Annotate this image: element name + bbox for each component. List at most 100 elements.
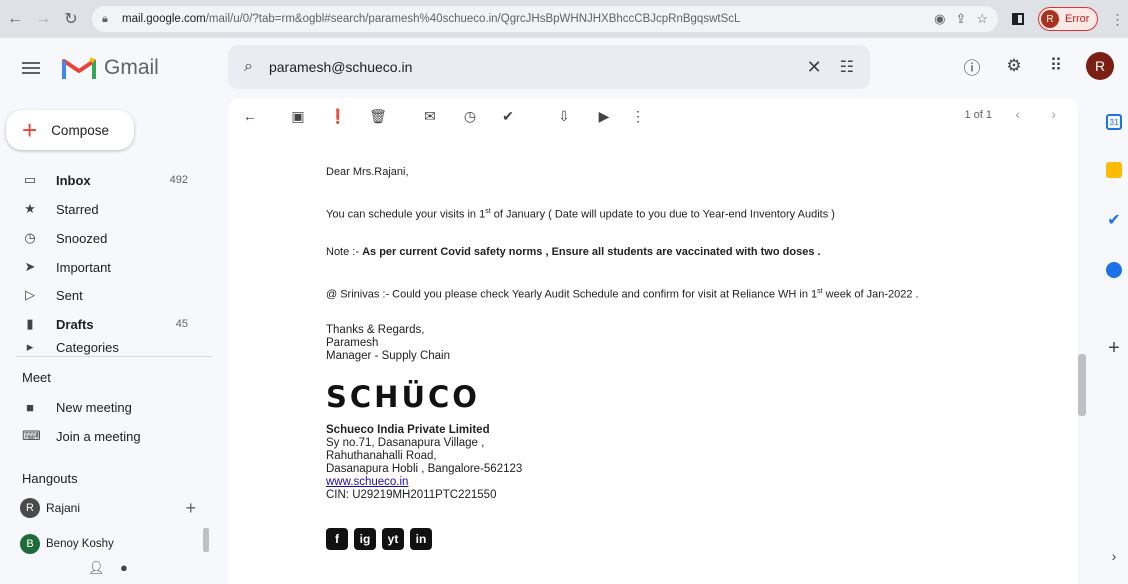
contacts-icon[interactable]: 👤︎: [88, 560, 105, 576]
keep-icon[interactable]: [1106, 162, 1122, 178]
reload-icon[interactable]: ↻: [58, 6, 84, 32]
share-icon[interactable]: ⇪: [955, 11, 966, 27]
nav-item-label: Categories: [56, 339, 119, 355]
compose-label: Compose: [51, 122, 109, 138]
nav-item-drafts[interactable]: ▮ Drafts 45: [0, 310, 200, 338]
url-path: /mail/u/0/?tab=rm&ogbl#search/paramesh%4…: [205, 13, 741, 25]
nav-item-label: Starred: [56, 201, 99, 217]
greeting: Dear Mrs.Rajani,: [326, 166, 409, 178]
label-tag-icon[interactable]: ▶: [594, 106, 614, 126]
facebook-icon[interactable]: f: [326, 528, 348, 550]
nav-item-label: Snoozed: [56, 230, 108, 246]
schueco-logo: SCHÜCO: [326, 380, 480, 414]
mark-unread-icon[interactable]: ✉: [420, 106, 440, 126]
hangouts-scrollbar[interactable]: [203, 528, 209, 552]
email-view: ← ▣ ❗ 🗑︎ ✉ ◷ ✔ ⇩ ▶ ⋮ 1 of 1 ‹ › Dear Mrs…: [228, 98, 1078, 584]
hangouts-section-title: Hangouts: [22, 471, 78, 486]
nav-item-label: Sent: [56, 287, 83, 303]
nav-item-label: Important: [56, 259, 111, 275]
side-panel-icon[interactable]: [1012, 13, 1024, 25]
report-spam-icon[interactable]: ❗: [328, 106, 348, 126]
expand-panel-icon[interactable]: ›: [1106, 548, 1122, 564]
sign-off: Thanks & Regards,: [326, 324, 425, 336]
nav-item-inbox[interactable]: ▭ Inbox 492: [0, 166, 200, 194]
add-task-icon[interactable]: ✔: [498, 106, 518, 126]
new-meeting-item[interactable]: ■ New meeting: [0, 393, 200, 421]
more-options-icon[interactable]: ⋮: [628, 106, 648, 126]
browser-menu-icon[interactable]: ⋮: [1110, 11, 1124, 28]
compose-plus-icon: +: [22, 115, 38, 145]
apps-grid-icon[interactable]: ⠿: [1044, 54, 1068, 78]
address-line: Rahuthanahalli Road,: [326, 450, 437, 462]
newer-chevron-icon[interactable]: ‹: [1015, 106, 1020, 122]
hangouts-chat-icon[interactable]: ●: [120, 560, 128, 575]
settings-gear-icon[interactable]: ⚙: [1002, 54, 1026, 78]
add-hangout-icon[interactable]: +: [185, 498, 196, 519]
clock-icon: ◷: [24, 230, 36, 245]
join-meeting-item[interactable]: ⌨ Join a meeting: [0, 422, 200, 450]
nav-item-count: 45: [175, 318, 188, 330]
nav-item-label: Inbox: [56, 172, 91, 188]
linkedin-icon[interactable]: in: [410, 528, 432, 550]
back-to-list-icon[interactable]: ←: [240, 106, 260, 126]
help-icon[interactable]: ⓘ: [960, 54, 984, 78]
nav-item-sent[interactable]: ▷ Sent: [0, 281, 200, 309]
email-toolbar: ← ▣ ❗ 🗑︎ ✉ ◷ ✔ ⇩ ▶ ⋮ 1 of 1 ‹ ›: [228, 98, 1078, 134]
schedule-line: You can schedule your visits in 1st of J…: [326, 208, 835, 221]
hangout-contact[interactable]: B Benoy Koshy: [0, 530, 200, 558]
clear-search-icon[interactable]: ✕: [807, 57, 822, 78]
hangout-user[interactable]: R Rajani +: [0, 494, 200, 522]
note-text: As per current Covid safety norms , Ensu…: [362, 246, 821, 258]
social-links: f ig yt in: [326, 528, 432, 550]
snooze-icon[interactable]: ◷: [460, 106, 480, 126]
email-scrollbar[interactable]: [1078, 354, 1086, 416]
address-line: Dasanapura Hobli , Bangalore-562123: [326, 463, 523, 475]
search-icon[interactable]: ⌕: [244, 58, 253, 76]
bookmark-star-icon[interactable]: ☆: [976, 11, 988, 27]
send-icon: ▷: [25, 287, 35, 302]
website-link[interactable]: www.schueco.in: [326, 476, 522, 489]
sender-title: Manager - Supply Chain: [326, 350, 451, 362]
archive-icon[interactable]: ▣: [288, 106, 308, 126]
important-icon: ➤: [24, 259, 36, 274]
address-bar[interactable]: 🔒︎ mail.google.com/mail/u/0/?tab=rm&ogbl…: [92, 6, 998, 32]
nav-item-count: 492: [169, 174, 188, 186]
eye-icon[interactable]: ◉: [934, 11, 945, 27]
tasks-icon[interactable]: ✔: [1106, 212, 1122, 229]
compose-button[interactable]: + Compose: [6, 110, 134, 150]
contacts-rail-icon[interactable]: [1106, 262, 1122, 278]
search-options-icon[interactable]: ☷: [840, 57, 854, 77]
get-addons-icon[interactable]: +: [1106, 337, 1122, 359]
inbox-icon: ▭: [23, 172, 37, 187]
back-arrow-icon[interactable]: ←: [2, 6, 28, 32]
forward-arrow-icon[interactable]: →: [30, 6, 56, 32]
older-chevron-icon[interactable]: ›: [1051, 106, 1056, 122]
nav-item-snoozed[interactable]: ◷ Snoozed: [0, 224, 200, 252]
url-host: mail.google.com: [122, 13, 206, 25]
youtube-icon[interactable]: yt: [382, 528, 404, 550]
hangout-contact-name: Benoy Koshy: [46, 538, 114, 550]
profile-avatar: R: [1041, 10, 1059, 28]
nav-item-important[interactable]: ➤ Important: [0, 253, 200, 281]
company-address: Schueco India Private Limited Sy no.71, …: [326, 424, 522, 502]
profile-button[interactable]: R Error: [1038, 7, 1099, 31]
account-avatar[interactable]: R: [1086, 52, 1114, 80]
main-menu-icon[interactable]: [22, 62, 40, 74]
search-input[interactable]: paramesh@schueco.in: [269, 59, 807, 75]
left-navigation: + Compose ▭ Inbox 492 ★ Starred ◷ Snooze…: [0, 98, 218, 584]
move-to-icon[interactable]: ⇩: [554, 106, 574, 126]
delete-icon[interactable]: 🗑︎: [368, 106, 388, 126]
nav-item-categories[interactable]: ▸ Categories: [0, 339, 200, 355]
calendar-icon[interactable]: 31: [1106, 114, 1122, 130]
gmail-logo[interactable]: Gmail: [62, 55, 159, 81]
sender-name: Paramesh: [326, 337, 379, 349]
nav-item-starred[interactable]: ★ Starred: [0, 195, 200, 223]
gmail-header: Gmail ⌕ paramesh@schueco.in ✕ ☷ ⓘ ⚙ ⠿ R: [0, 38, 1128, 98]
hangout-contact-avatar: B: [20, 534, 40, 554]
instagram-icon[interactable]: ig: [354, 528, 376, 550]
video-camera-icon: ■: [26, 399, 34, 415]
gmail-m-icon: [62, 57, 96, 79]
search-bar[interactable]: ⌕ paramesh@schueco.in ✕ ☷: [228, 45, 870, 89]
meet-item-label: Join a meeting: [56, 428, 141, 444]
hangout-user-name: Rajani: [46, 501, 81, 515]
